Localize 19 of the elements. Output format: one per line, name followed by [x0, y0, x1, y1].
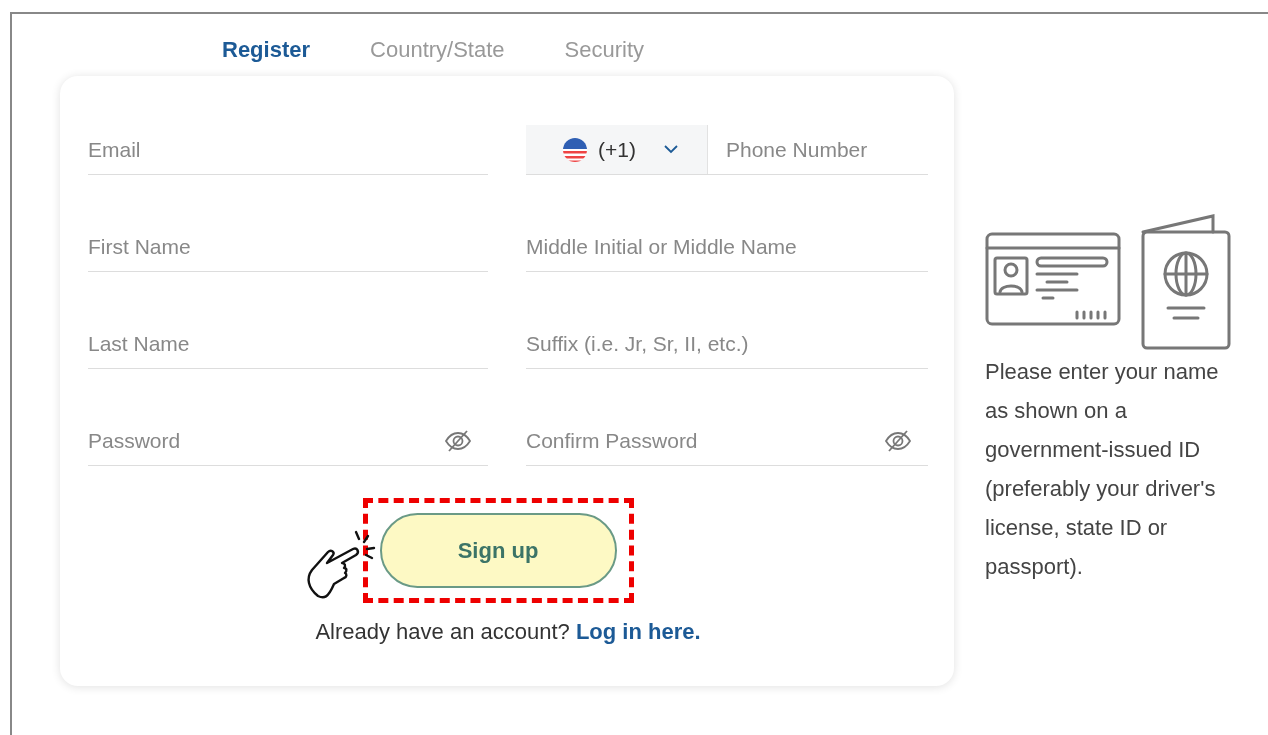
- password-field[interactable]: Confirm Password: [526, 428, 884, 453]
- sign-up-button[interactable]: Sign up: [379, 513, 617, 588]
- phone-number-field[interactable]: Phone Number: [708, 137, 928, 162]
- country-code-select[interactable]: (+1): [526, 125, 708, 174]
- chevron-down-icon: [663, 145, 678, 154]
- log-in-link[interactable]: Log in here.: [575, 619, 701, 644]
- text-field[interactable]: Middle Initial or Middle Name: [526, 234, 928, 259]
- eye-slash-icon[interactable]: [444, 428, 472, 453]
- tab[interactable]: Register: [192, 32, 341, 68]
- id-instructions: Please enter your name as shown on a government-issued ID (preferably your driver's license, state ID or passport).: [985, 358, 1219, 581]
- login-prompt: Already have an account? Log in here.: [314, 619, 702, 645]
- phone-field[interactable]: (+1) Phone Number: [526, 125, 928, 175]
- eye-slash-icon[interactable]: [884, 428, 912, 453]
- text-field[interactable]: Suffix (i.e. Jr, Sr, II, etc.): [526, 331, 928, 356]
- flag-icon: [562, 136, 588, 163]
- password-field[interactable]: Password: [88, 428, 444, 453]
- text-field[interactable]: First Name: [88, 234, 488, 259]
- text-field[interactable]: Last Name: [88, 331, 488, 356]
- text-field[interactable]: Email: [88, 137, 488, 162]
